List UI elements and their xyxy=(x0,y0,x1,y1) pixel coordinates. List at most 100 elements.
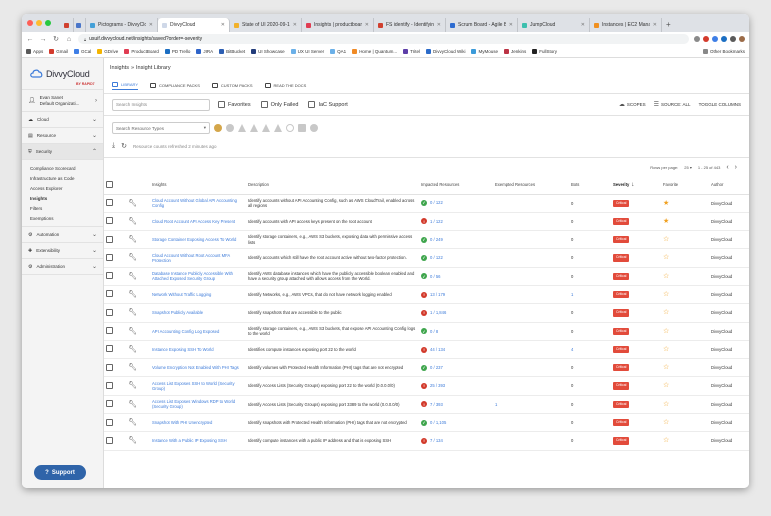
wrench-icon[interactable]: 🔧︎ xyxy=(128,382,137,389)
filter-iac-support[interactable]: IaC Support xyxy=(308,101,348,108)
back-icon[interactable]: ← xyxy=(26,36,34,43)
sidebar-item-infrastructure-as-code[interactable]: Infrastructure as Code xyxy=(22,173,103,183)
bookmark[interactable]: FullStory xyxy=(532,49,557,54)
close-tab-icon[interactable]: ✕ xyxy=(653,22,657,28)
bookmark[interactable]: GCal xyxy=(74,49,91,54)
bookmark[interactable]: Apps xyxy=(26,49,43,54)
close-tab-icon[interactable]: ✕ xyxy=(365,22,369,28)
bookmark[interactable]: Tritel xyxy=(403,49,420,54)
star-outline-icon[interactable]: ☆ xyxy=(663,419,669,426)
sidebar-item-compliance-scorecard[interactable]: Compliance Scorecard xyxy=(22,163,103,173)
bookmark[interactable]: Jenkins xyxy=(504,49,526,54)
sidebar-item-insights[interactable]: Insights xyxy=(22,193,103,203)
resource-type-icon[interactable] xyxy=(298,124,306,132)
column-header-severity[interactable]: Severity ↓ xyxy=(611,176,661,195)
resource-type-icon[interactable] xyxy=(310,124,318,132)
close-tab-icon[interactable]: ✕ xyxy=(221,22,225,28)
row-checkbox[interactable] xyxy=(106,363,113,371)
wrench-icon[interactable]: 🔧︎ xyxy=(128,218,137,225)
checkbox[interactable] xyxy=(308,101,316,108)
wrench-icon[interactable]: 🔧︎ xyxy=(128,236,137,243)
impacted-resources-link[interactable]: ✓ 0 / 1,105 xyxy=(421,419,491,426)
sidebar-item-exemptions[interactable]: Exemptions xyxy=(22,213,103,223)
nav-section-automation[interactable]: ⚙︎ Automation ⌄ xyxy=(22,227,103,243)
tab-library[interactable]: LIBRARY xyxy=(112,81,139,90)
insight-link[interactable]: Access List Exposes Windows RDP to World… xyxy=(152,399,235,409)
table-row[interactable]: 🔧︎ Instance With a Public IP Exposing SSH… xyxy=(104,431,749,451)
wrench-icon[interactable]: 🔧︎ xyxy=(128,346,137,353)
star-filled-icon[interactable]: ★ xyxy=(663,200,669,207)
bookmark[interactable]: BitBucket xyxy=(219,49,245,54)
row-checkbox[interactable] xyxy=(106,400,113,408)
impacted-resources-link[interactable]: ✓ 0 / 122 xyxy=(421,255,491,262)
insight-link[interactable]: Cloud Root Account API Access Key Presen… xyxy=(152,219,235,224)
source-filter-button[interactable]: ☰ SOURCE: ALL xyxy=(654,101,691,108)
bookmark[interactable]: QA1 xyxy=(330,49,346,54)
next-page-icon[interactable]: › xyxy=(735,164,737,171)
extension-icon[interactable] xyxy=(694,36,700,42)
nav-section-administration[interactable]: ⚙︎ Administration ⌄ xyxy=(22,259,103,275)
insight-link[interactable]: Database Instance Publicly Accessible Wi… xyxy=(152,271,233,281)
resource-type-icon[interactable] xyxy=(214,124,222,132)
checkbox[interactable] xyxy=(218,101,225,108)
other-bookmarks[interactable]: Other Bookmarks xyxy=(702,49,745,54)
impacted-resources-link[interactable]: ! 44 / 134 xyxy=(421,346,491,353)
column-header-bots[interactable]: Bots xyxy=(569,176,611,195)
resource-type-icon[interactable] xyxy=(274,124,282,132)
insight-link[interactable]: API Accounting Config Log Exposed xyxy=(152,329,219,334)
wrench-icon[interactable]: 🔧︎ xyxy=(128,309,137,316)
impacted-resources-link[interactable]: ✓ 0 / 8 xyxy=(421,328,491,335)
wrench-icon[interactable]: 🔧︎ xyxy=(128,401,137,408)
star-outline-icon[interactable]: ☆ xyxy=(663,437,669,444)
browser-tab-active[interactable]: DivvyCloud ✕ xyxy=(158,18,230,32)
bookmark[interactable]: PD Trello xyxy=(164,49,190,54)
close-window-button[interactable] xyxy=(27,20,33,26)
insight-link[interactable]: Volume Encryption Not Enabled With PHI T… xyxy=(152,365,239,370)
wrench-icon[interactable]: 🔧︎ xyxy=(128,254,137,261)
impacted-resources-link[interactable]: ✓ 0 / 122 xyxy=(421,200,491,207)
column-header-favorite[interactable]: Favorite xyxy=(661,176,709,195)
prev-page-icon[interactable]: ‹ xyxy=(726,164,728,171)
search-insights-input[interactable]: Search Insights xyxy=(112,98,210,111)
forward-icon[interactable]: → xyxy=(39,36,47,43)
extension-icon[interactable] xyxy=(730,36,736,42)
column-header-description[interactable]: Description xyxy=(246,176,419,195)
impacted-resources-link[interactable]: ! 7 / 134 xyxy=(421,438,491,444)
table-row[interactable]: 🔧︎ Storage Container Exposing Access To W… xyxy=(104,230,749,250)
insight-link[interactable]: Snapshot With PHI Unencrypted xyxy=(152,420,212,425)
row-checkbox[interactable] xyxy=(106,345,113,353)
extension-icon[interactable] xyxy=(721,36,727,42)
bookmark[interactable]: UX UI Server xyxy=(290,49,324,54)
star-outline-icon[interactable]: ☆ xyxy=(663,309,669,316)
row-checkbox[interactable] xyxy=(106,253,113,261)
star-outline-icon[interactable]: ☆ xyxy=(663,401,669,408)
maximize-window-button[interactable] xyxy=(45,20,51,26)
table-row[interactable]: 🔧︎ Access List Exposes SSH to World (Secu… xyxy=(104,376,749,396)
rows-per-page-select[interactable]: 25 ▾ xyxy=(684,165,692,170)
wrench-icon[interactable]: 🔧︎ xyxy=(128,291,137,298)
star-outline-icon[interactable]: ☆ xyxy=(663,273,669,280)
insight-link[interactable]: Instance Exposing SSH To World xyxy=(152,347,214,352)
row-checkbox[interactable] xyxy=(106,199,113,206)
star-outline-icon[interactable]: ☆ xyxy=(663,291,669,298)
refresh-icon[interactable]: ↻ xyxy=(121,142,127,150)
bookmark[interactable]: MyMouse xyxy=(471,49,498,54)
browser-tab[interactable] xyxy=(74,18,86,32)
download-icon[interactable]: ⤓ xyxy=(112,142,115,150)
scopes-button[interactable]: ☁︎ SCOPES xyxy=(619,101,646,108)
home-icon[interactable]: ⌂ xyxy=(65,36,73,43)
browser-tab[interactable]: Insights | productboard ✕ xyxy=(302,18,374,32)
table-row[interactable]: 🔧︎ Network Without Traffic Logging Identif… xyxy=(104,285,749,305)
select-all-checkbox[interactable] xyxy=(106,180,113,188)
column-header-author[interactable]: Author xyxy=(709,176,749,195)
column-header-insights[interactable]: Insights xyxy=(150,176,246,195)
impacted-resources-link[interactable]: ! 13 / 179 xyxy=(421,291,491,298)
row-checkbox[interactable] xyxy=(106,272,113,280)
insight-link[interactable]: Instance With a Public IP Exposing SSH xyxy=(152,438,227,443)
table-row[interactable]: 🔧︎ API Accounting Config Log Exposed Ident… xyxy=(104,322,749,341)
wrench-icon[interactable]: 🔧︎ xyxy=(128,273,137,280)
nav-section-security[interactable]: ⛨ Security ⌃ xyxy=(22,144,103,160)
bookmark[interactable]: DivvyCloud Wiki xyxy=(425,49,465,54)
bookmark[interactable]: UI Showcase xyxy=(251,49,285,54)
table-row[interactable]: 🔧︎ Cloud Account Without Root Account MFA… xyxy=(104,248,749,268)
